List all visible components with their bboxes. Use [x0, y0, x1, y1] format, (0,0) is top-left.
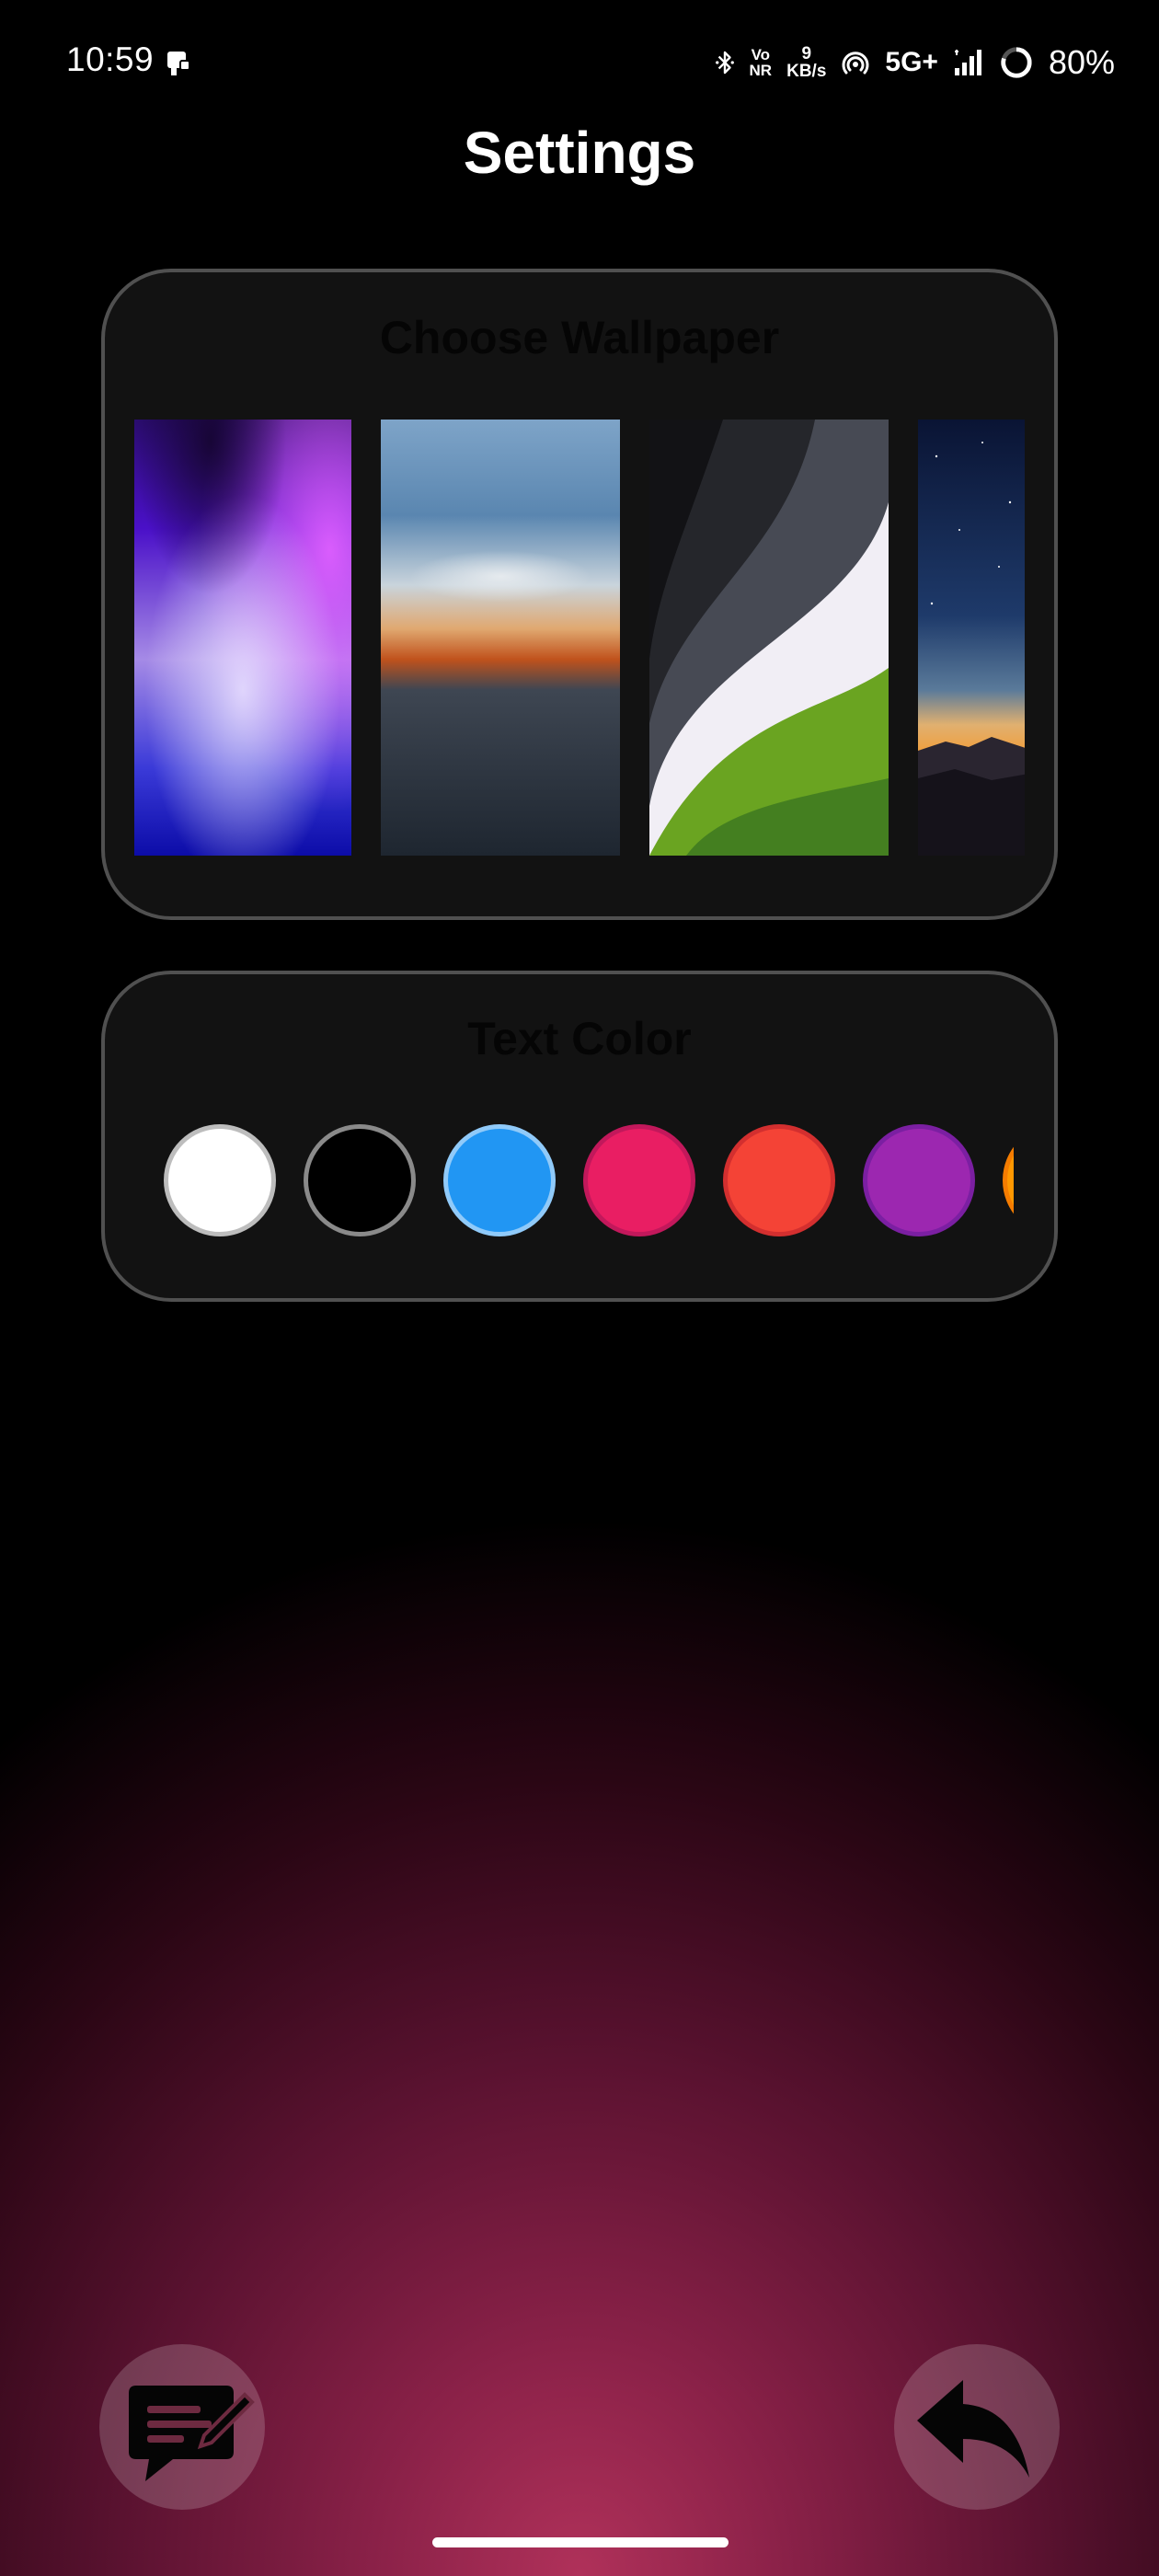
notification-app-icon — [164, 48, 193, 77]
wallpaper-purple-gradient[interactable] — [134, 420, 351, 856]
network-speed-icon: 9 KB/s — [786, 45, 826, 80]
network-speed-value: 9 — [801, 44, 812, 63]
vonr-icon: Vo NR — [750, 47, 773, 78]
status-icons: Vo NR 9 KB/s 5G+ 80% — [715, 40, 1115, 85]
vonr-bottom-label: NR — [749, 62, 773, 79]
text-color-section-title: Text Color — [467, 1013, 692, 1064]
status-bar: 10:59 Vo NR 9 KB/s 5G+ 80% — [0, 0, 1159, 124]
signal-icon — [953, 48, 984, 77]
bluetooth-icon — [715, 49, 735, 76]
wallpaper-green-waves[interactable] — [649, 420, 889, 856]
color-swatch-black[interactable] — [304, 1124, 416, 1236]
wallpaper-card: Choose Wallpaper — [101, 269, 1058, 920]
color-swatch-list[interactable] — [164, 1124, 1014, 1236]
color-swatch-white[interactable] — [164, 1124, 276, 1236]
wallpaper-section-title: Choose Wallpaper — [379, 312, 780, 363]
battery-icon — [999, 45, 1034, 80]
edit-note-icon — [129, 2386, 255, 2481]
wallpaper-starry-night[interactable] — [918, 420, 1025, 856]
color-swatch-purple[interactable] — [863, 1124, 975, 1236]
edit-note-button[interactable] — [99, 2344, 265, 2510]
network-speed-unit: KB/s — [786, 62, 827, 81]
back-button[interactable] — [894, 2344, 1060, 2510]
status-time: 10:59 — [66, 40, 155, 78]
color-swatch-pink[interactable] — [583, 1124, 695, 1236]
color-swatch-blue[interactable] — [443, 1124, 556, 1236]
network-type-label: 5G+ — [885, 47, 938, 77]
page-title: Settings — [463, 120, 696, 186]
5g-icon: 5G+ — [885, 47, 938, 78]
battery-percentage: 80% — [1048, 43, 1115, 81]
wallpaper-cloudy-sunset[interactable] — [381, 420, 620, 856]
text-color-card: Text Color — [101, 971, 1058, 1302]
vonr-top-label: Vo — [751, 46, 771, 63]
color-swatch-red[interactable] — [723, 1124, 835, 1236]
wallpaper-list[interactable] — [134, 420, 1025, 856]
home-indicator — [432, 2537, 729, 2547]
back-arrow-icon — [917, 2380, 1029, 2478]
color-swatch-orange[interactable] — [1003, 1124, 1014, 1236]
hotspot-icon — [841, 48, 870, 77]
